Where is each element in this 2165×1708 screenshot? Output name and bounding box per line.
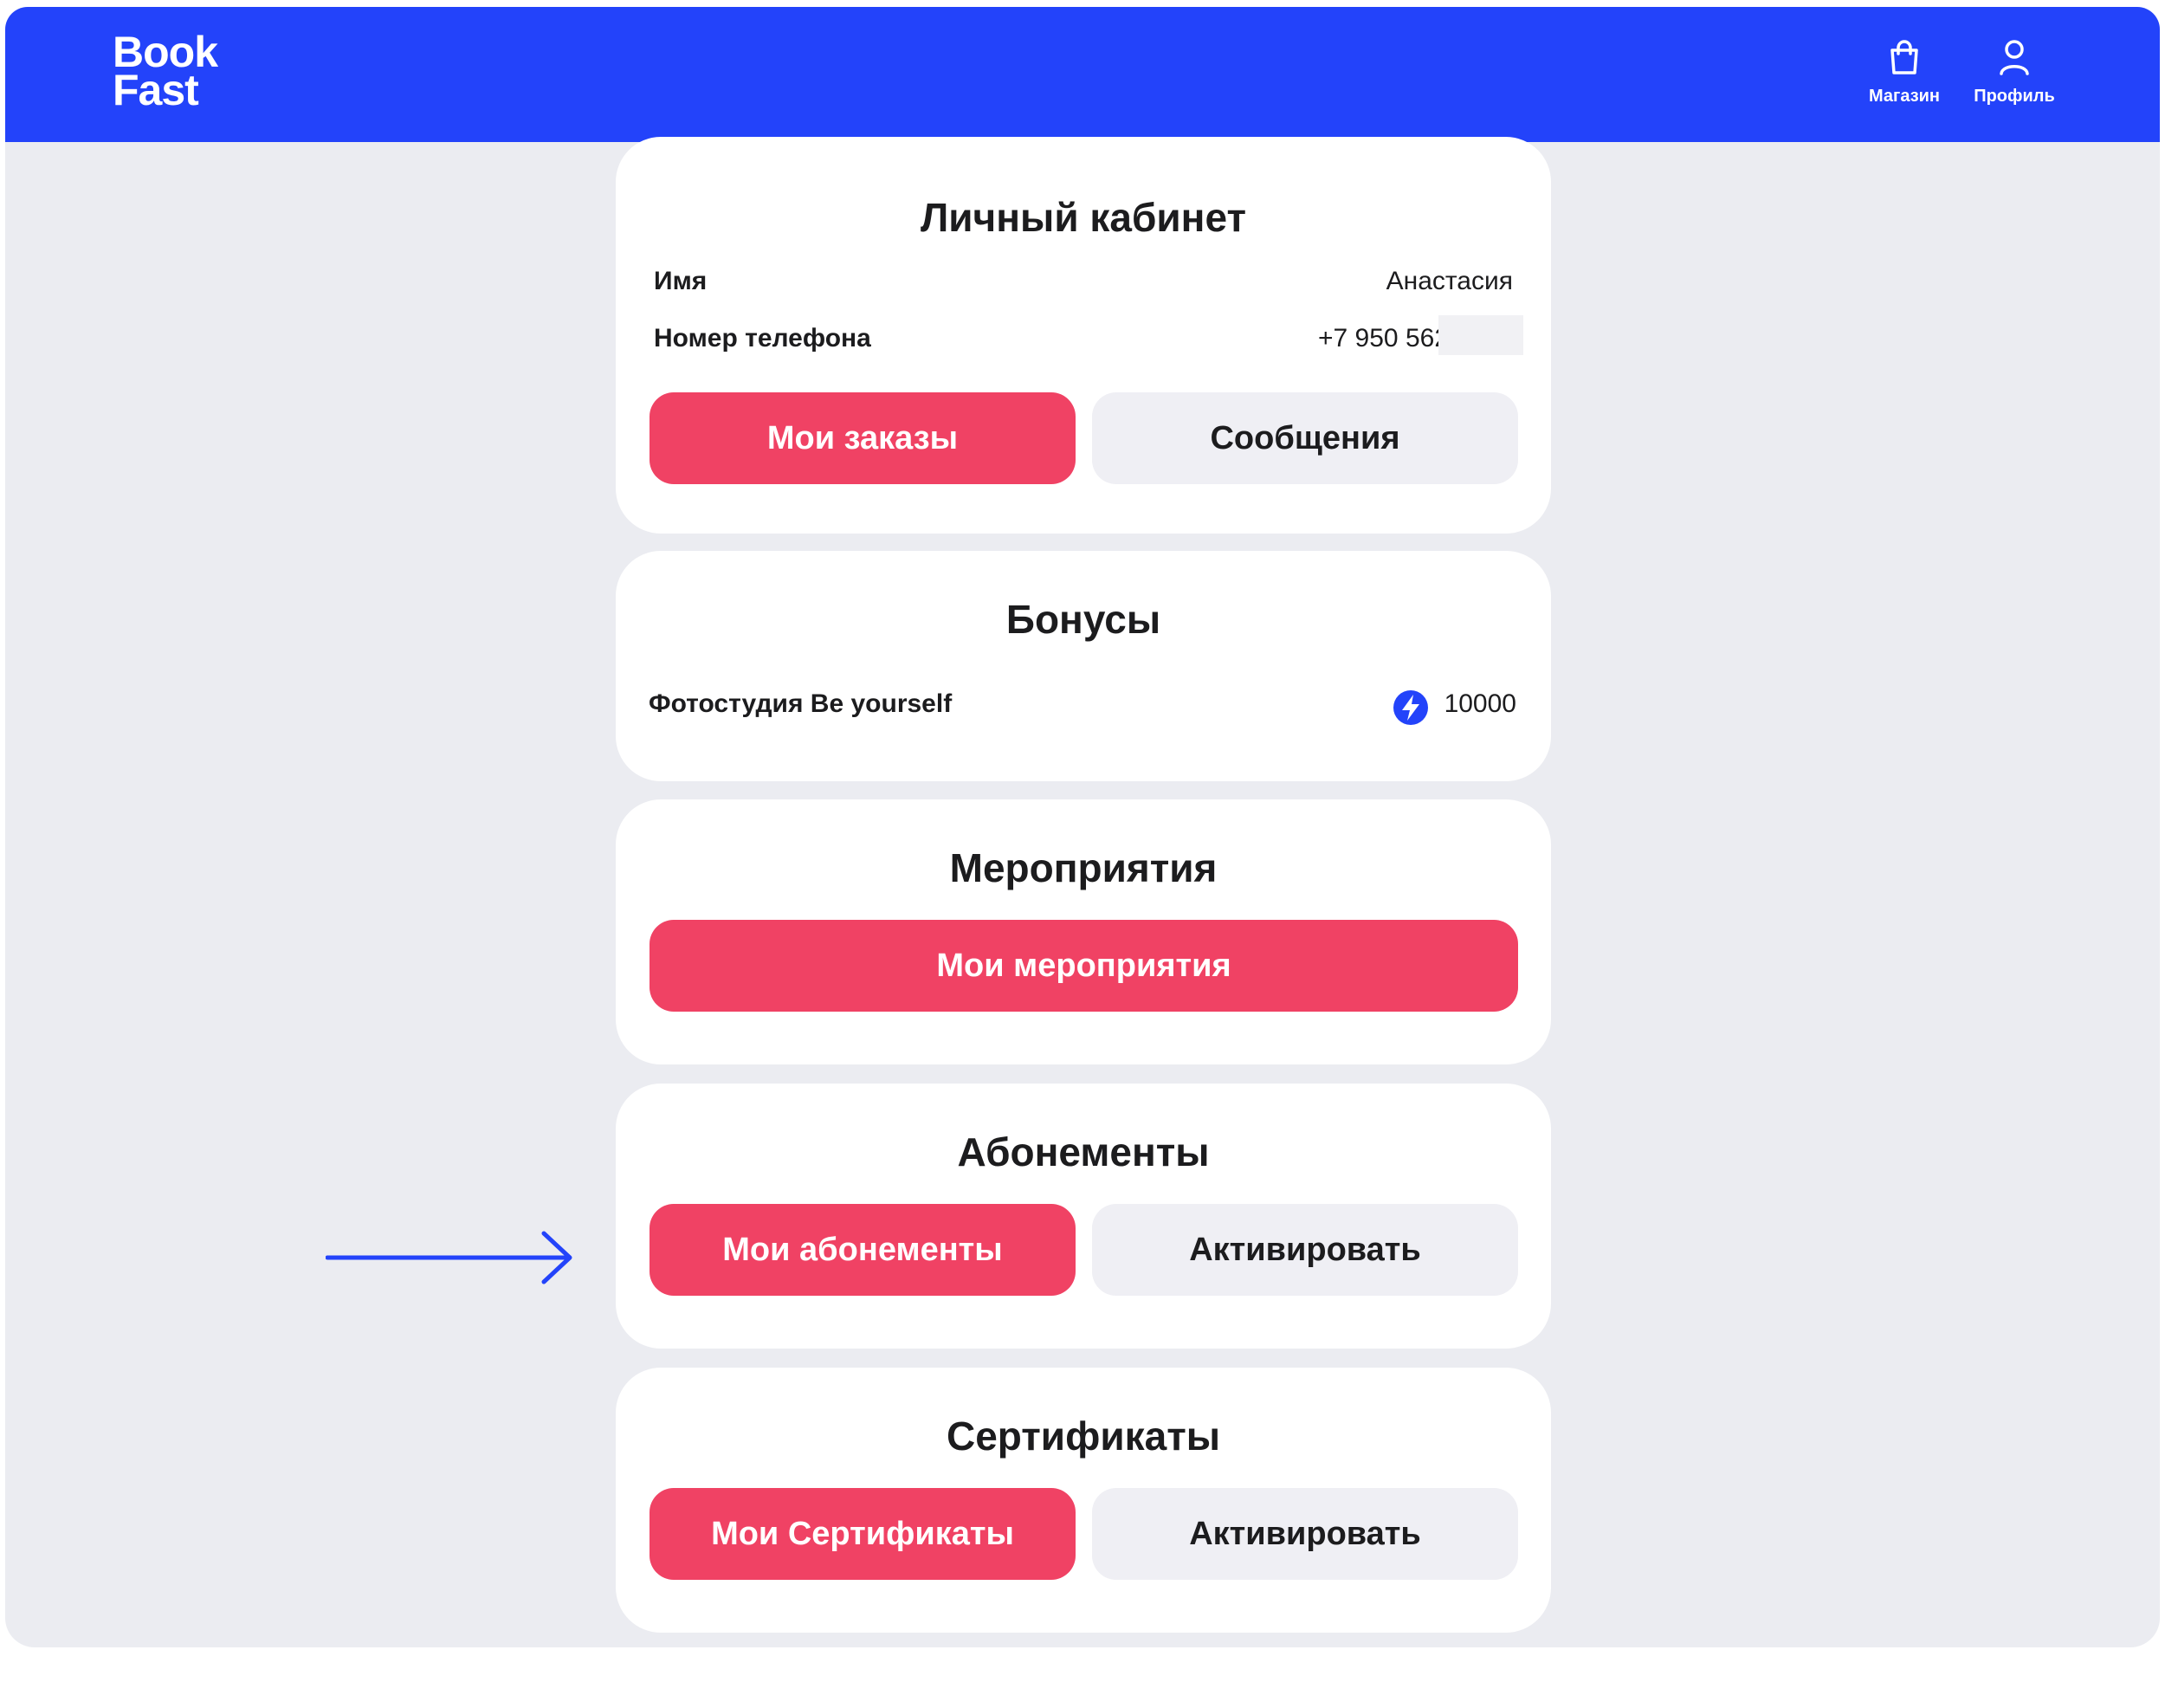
user-icon: [2000, 40, 2029, 75]
logo-line-2: Fast: [113, 66, 199, 114]
bonuses-title: Бонусы: [1005, 597, 1161, 642]
nav-profile-label: Профиль: [1974, 87, 2055, 106]
my-events-button[interactable]: Мои мероприятия: [650, 920, 1518, 1012]
activate-certificate-button[interactable]: Активировать: [1092, 1488, 1518, 1580]
account-title: Личный кабинет: [921, 195, 1246, 240]
shopping-bag-icon: [1890, 40, 1918, 74]
events-card: Мероприятия Мои мероприятия: [616, 799, 1551, 1064]
messages-button[interactable]: Сообщения: [1092, 392, 1518, 484]
phone-value: +7 950 562: [1318, 324, 1449, 353]
my-certificates-button[interactable]: Мои Сертификаты: [650, 1488, 1076, 1580]
events-title: Мероприятия: [949, 845, 1218, 890]
name-value: Анастасия: [1386, 267, 1513, 295]
phone-label: Номер телефона: [654, 324, 871, 353]
pointer-arrow-icon: [326, 1231, 572, 1284]
account-card: Личный кабинет Имя Анастасия Номер телеф…: [616, 137, 1551, 534]
subscriptions-title: Абонементы: [957, 1129, 1210, 1174]
bonus-amount: 10000: [1444, 689, 1516, 718]
certificates-title: Сертификаты: [946, 1414, 1221, 1459]
bonus-studio-name: Фотостудия Be yourself: [649, 689, 953, 718]
phone-redaction: [1438, 315, 1523, 355]
my-orders-button[interactable]: Мои заказы: [650, 392, 1076, 484]
bonuses-card: Бонусы Фотостудия Be yourself 10000: [616, 551, 1551, 781]
bolt-icon: [1393, 690, 1428, 725]
app-window: Book Fast Магазин Профиль Личный кабинет…: [5, 7, 2160, 1647]
nav-profile[interactable]: Профиль: [1958, 38, 2071, 125]
certificates-card: Сертификаты Мои Сертификаты Активировать: [616, 1368, 1551, 1633]
name-label: Имя: [654, 267, 708, 295]
my-subscriptions-button[interactable]: Мои абонементы: [650, 1204, 1076, 1296]
activate-subscription-button[interactable]: Активировать: [1092, 1204, 1518, 1296]
top-navbar: Book Fast Магазин Профиль: [5, 7, 2160, 142]
nav-shop-label: Магазин: [1868, 87, 1941, 106]
nav-shop[interactable]: Магазин: [1848, 38, 1961, 125]
bookfast-logo[interactable]: Book Fast: [113, 30, 218, 114]
subscriptions-card: Абонементы Мои абонементы Активировать: [616, 1084, 1551, 1349]
